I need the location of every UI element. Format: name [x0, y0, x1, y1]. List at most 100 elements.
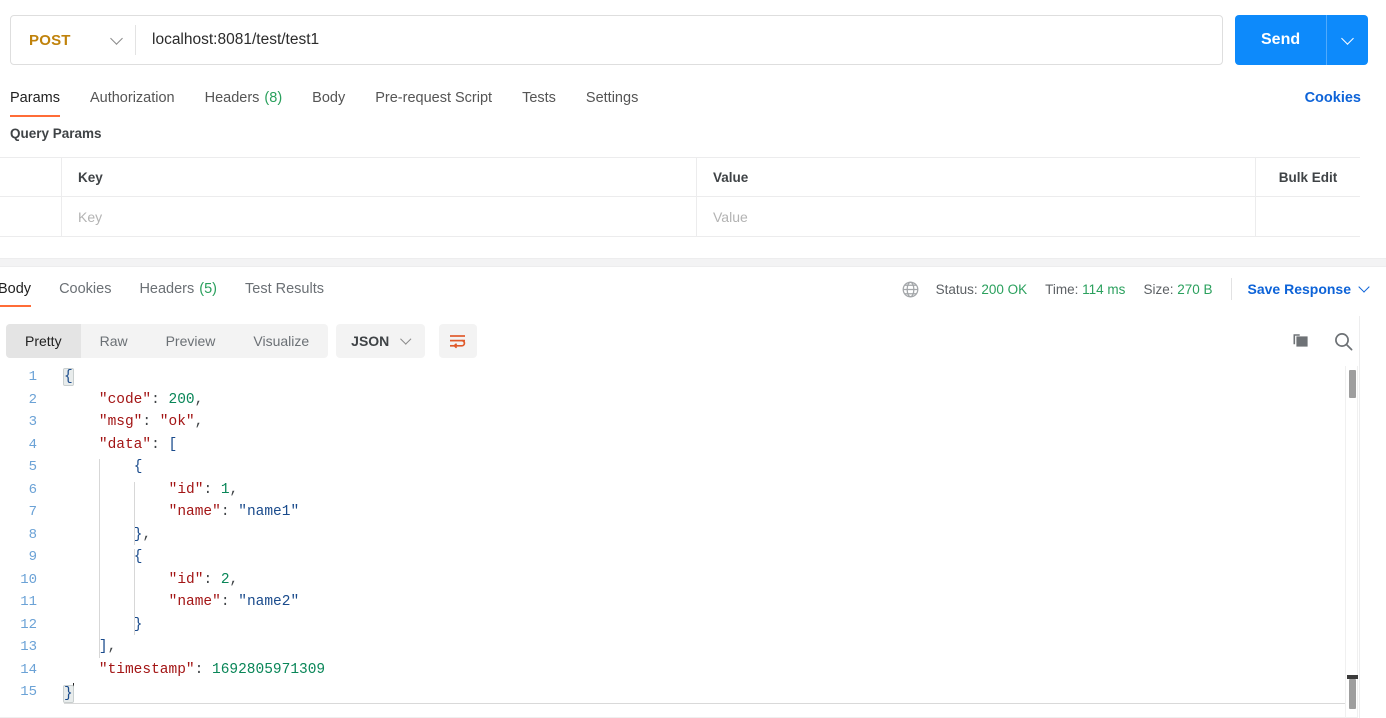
- scrollbar-thumb[interactable]: [1349, 370, 1356, 398]
- chevron-down-icon: [1358, 281, 1370, 293]
- token: :: [220, 594, 239, 611]
- request-tab-settings[interactable]: Settings: [586, 78, 638, 118]
- url-bar-row: POST Send: [0, 0, 1386, 78]
- column-header-value: Value: [697, 158, 1256, 196]
- request-tab-pre-request-script[interactable]: Pre-request Script: [375, 78, 492, 118]
- response-tab-headers[interactable]: Headers (5): [139, 268, 217, 310]
- request-tab-headers[interactable]: Headers (8): [205, 78, 283, 118]
- save-response-label: Save Response: [1247, 281, 1352, 297]
- pane-splitter[interactable]: [0, 258, 1386, 267]
- tab-label: Authorization: [89, 90, 175, 106]
- token: ,: [142, 526, 152, 543]
- table-row: Key Value: [0, 197, 1360, 236]
- status-value: 200 OK: [981, 281, 1028, 297]
- request-tab-bar: Params Authorization Headers (8) Body Pre-req…: [0, 78, 1386, 118]
- request-tab-authorization[interactable]: Authorization: [90, 78, 175, 118]
- token: ,: [194, 391, 204, 408]
- token: ,: [229, 481, 239, 498]
- line-number: 2: [28, 391, 37, 408]
- line-content: "data": [: [46, 437, 177, 453]
- response-format-select[interactable]: JSON: [336, 324, 425, 358]
- bulk-edit-button[interactable]: Bulk Edit: [1256, 158, 1360, 196]
- code-line: 15}: [0, 681, 1386, 704]
- divider: [1230, 278, 1232, 300]
- param-value-input[interactable]: Value: [697, 197, 1256, 236]
- line-content: {: [46, 459, 143, 476]
- select-all-checkbox-cell[interactable]: [0, 158, 62, 196]
- line-content: "timestamp": 1692805971309: [46, 662, 325, 678]
- line-content: }: [46, 617, 143, 633]
- request-tab-params[interactable]: Params: [10, 78, 60, 118]
- row-checkbox-cell[interactable]: [0, 197, 62, 236]
- line-number: 11: [20, 594, 37, 611]
- tab-label: Headers: [139, 281, 195, 297]
- token: "data": [98, 436, 152, 453]
- indent-guide: [133, 549, 135, 635]
- request-tab-body[interactable]: Body: [312, 78, 345, 118]
- token: 200: [168, 391, 195, 408]
- tab-label: Body: [312, 90, 346, 106]
- token: "name": [168, 594, 221, 611]
- token: {: [133, 459, 143, 476]
- line-number: 13: [20, 639, 37, 656]
- response-tab-test-results[interactable]: Test Results: [245, 268, 324, 310]
- token: "id": [168, 571, 204, 588]
- scrollbar-thumb-secondary[interactable]: [1347, 675, 1358, 709]
- view-mode-raw[interactable]: Raw: [81, 324, 147, 358]
- cookies-link[interactable]: Cookies: [1305, 78, 1361, 118]
- send-options-button[interactable]: [1326, 15, 1369, 65]
- http-method-select[interactable]: POST: [11, 16, 135, 64]
- code-line: 1{: [0, 366, 1386, 389]
- token: {: [133, 549, 143, 566]
- time-value: 114 ms: [1082, 281, 1126, 297]
- code-line: 14 "timestamp": 1692805971309: [0, 659, 1386, 682]
- search-button[interactable]: [1333, 331, 1354, 352]
- tab-label: Settings: [585, 90, 639, 106]
- view-mode-pretty[interactable]: Pretty: [6, 324, 81, 358]
- line-content: ],: [46, 639, 116, 655]
- url-box: POST: [10, 15, 1223, 65]
- word-wrap-button[interactable]: [438, 324, 477, 358]
- line-number: 4: [28, 436, 37, 453]
- tab-label: Headers: [204, 90, 260, 106]
- line-content: }: [46, 682, 75, 703]
- token: "ok": [159, 414, 195, 431]
- code-line: 2 "code": 200,: [0, 389, 1386, 412]
- view-mode-visualize[interactable]: Visualize: [234, 324, 328, 358]
- copy-button[interactable]: [1291, 331, 1311, 351]
- tab-label: Test Results: [245, 281, 324, 297]
- response-tab-body[interactable]: Body: [0, 268, 32, 310]
- vertical-scrollbar[interactable]: [1345, 366, 1358, 718]
- indent-guide: [98, 459, 100, 658]
- code-line: 6 "id": 1,: [0, 479, 1386, 502]
- url-input[interactable]: [136, 17, 1222, 63]
- size-label: Size:: [1143, 281, 1174, 297]
- line-content: {: [46, 549, 143, 566]
- line-content: "name": "name1": [46, 504, 300, 520]
- code-line: 7 "name": "name1": [0, 501, 1386, 524]
- size-value: 270 B: [1177, 281, 1213, 297]
- code-line: 9{: [0, 546, 1386, 569]
- token: "msg": [98, 414, 143, 431]
- param-key-input[interactable]: Key: [62, 197, 697, 236]
- save-response-button[interactable]: Save Response: [1247, 281, 1370, 297]
- request-tab-tests[interactable]: Tests: [522, 78, 556, 118]
- response-tab-cookies[interactable]: Cookies: [59, 268, 111, 310]
- time-meta: Time: 114 ms: [1045, 282, 1125, 297]
- line-content: "msg": "ok",: [46, 414, 203, 430]
- row-actions-cell: [1256, 197, 1360, 236]
- line-number: 8: [28, 526, 37, 543]
- line-content: "code": 200,: [46, 392, 203, 408]
- send-button[interactable]: Send: [1235, 15, 1327, 65]
- response-body-code[interactable]: 1{2 "code": 200, 3 "msg": "ok", 4 "data": [5{…: [0, 366, 1386, 718]
- token: }: [63, 684, 74, 703]
- text-cursor: [72, 682, 75, 700]
- response-meta: Status: 200 OK Time: 114 ms Size: 270 B …: [901, 268, 1370, 310]
- postman-request-response-view: POST Send Params Authorization Headers(8) B…: [0, 0, 1386, 718]
- copy-icon: [1293, 334, 1308, 347]
- view-mode-preview[interactable]: Preview: [147, 324, 235, 358]
- tab-label: Pre-request Script: [375, 90, 493, 106]
- response-actions: [1291, 316, 1354, 366]
- token: :: [203, 481, 221, 498]
- code-line: 4 "data": [: [0, 434, 1386, 457]
